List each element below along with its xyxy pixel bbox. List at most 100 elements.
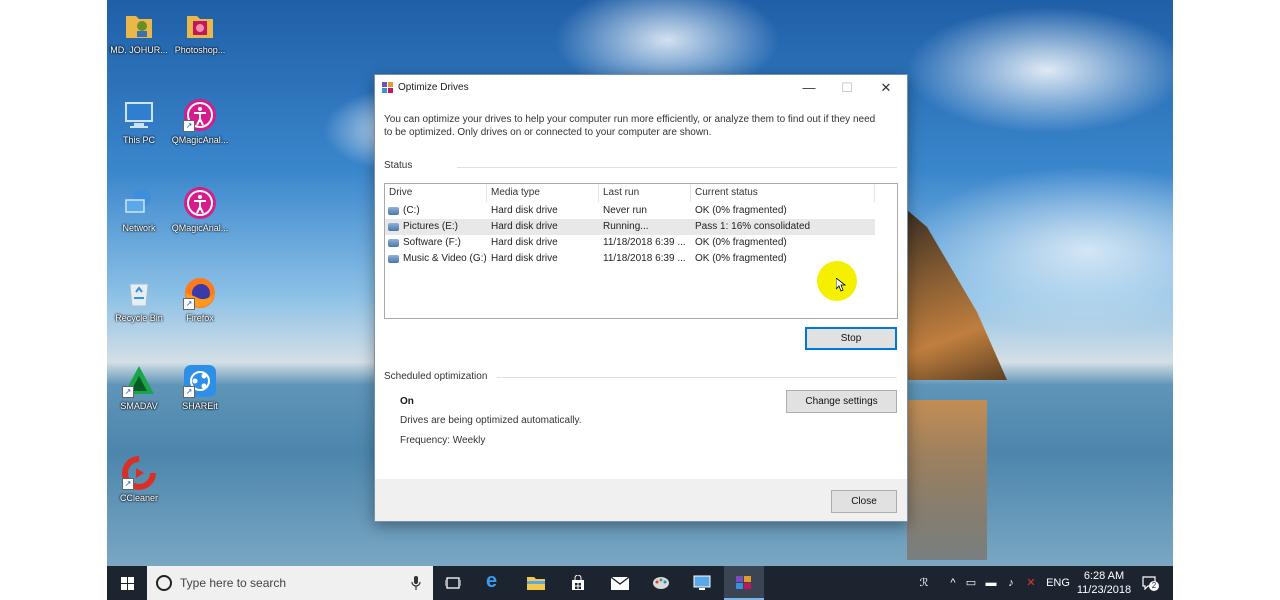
start-button[interactable] — [107, 566, 147, 600]
drive-row-e[interactable]: Pictures (E:) Hard disk drive Running...… — [385, 219, 875, 235]
drive-media-type: Hard disk drive — [491, 237, 558, 248]
drive-row-g[interactable]: Music & Video (G:) Hard disk drive 11/18… — [385, 251, 875, 267]
mouse-pointer-icon — [836, 278, 846, 292]
clock[interactable]: 6:28 AM 11/23/2018 — [1074, 566, 1134, 600]
monitor-app-icon — [693, 575, 711, 590]
desktop-icon-label: SMADAV — [120, 401, 158, 411]
tray-monitor-icon[interactable]: ▭ — [963, 566, 979, 600]
desktop-icon-label: This PC — [122, 135, 155, 145]
drive-name: Software (F:) — [403, 237, 461, 248]
shortcut-arrow-icon: ↗ — [183, 386, 195, 398]
drive-status: OK (0% fragmented) — [695, 253, 787, 264]
drive-row-f[interactable]: Software (F:) Hard disk drive 11/18/2018… — [385, 235, 875, 251]
microphone-icon[interactable] — [411, 575, 421, 591]
desktop-icon-label: CCleaner — [119, 493, 159, 503]
drive-last-run: 11/18/2018 6:39 ... — [603, 237, 686, 248]
drive-last-run: 11/18/2018 6:39 ... — [603, 253, 686, 264]
maximize-button[interactable]: ☐ — [828, 75, 866, 101]
user-folder-icon — [122, 8, 156, 42]
battery-icon[interactable]: ▬ — [983, 566, 999, 600]
desktop-icon-qmagic-2[interactable]: QMagicAnal... — [168, 186, 232, 234]
edge-icon: e — [486, 570, 498, 592]
dialog-footer: Close — [375, 479, 907, 521]
desktop-icon-label: Network — [122, 223, 156, 233]
drive-media-type: Hard disk drive — [491, 253, 558, 264]
people-icon[interactable]: ℛ — [913, 566, 935, 600]
drive-last-run: Running... — [603, 221, 649, 232]
defrag-app-icon — [382, 82, 393, 93]
task-view-button[interactable] — [433, 566, 473, 600]
title-bar[interactable]: Optimize Drives — ☐ ✕ — [375, 75, 907, 101]
desktop-icon-firefox[interactable]: ↗ Firefox — [168, 276, 232, 324]
clock-date: 11/23/2018 — [1076, 584, 1132, 596]
drive-media-type: Hard disk drive — [491, 205, 558, 216]
store-icon — [572, 575, 584, 590]
accessibility-app-icon: ↗ — [183, 98, 217, 132]
windows-logo-icon — [121, 577, 134, 590]
column-header-media-type[interactable]: Media type — [487, 184, 599, 202]
taskbar-optimize-drives[interactable] — [724, 566, 764, 600]
hard-drive-icon — [388, 207, 399, 215]
hard-drive-icon — [388, 255, 399, 263]
drive-name: Music & Video (G:) — [403, 253, 487, 264]
action-center-button[interactable]: 2 — [1137, 566, 1161, 600]
desktop-icon-recycle-bin[interactable]: Recycle Bin — [107, 276, 171, 324]
close-button[interactable]: Close — [831, 490, 897, 513]
ccleaner-icon: ↗ — [122, 456, 156, 490]
change-settings-button[interactable]: Change settings — [786, 390, 897, 413]
desktop-icon-this-pc[interactable]: This PC — [107, 98, 171, 146]
recycle-bin-icon — [122, 276, 156, 310]
column-header-current-status[interactable]: Current status — [691, 184, 875, 202]
intro-text: You can optimize your drives to help you… — [384, 114, 876, 138]
cortana-icon — [156, 575, 172, 591]
desktop-icon-shareit[interactable]: ↗ SHAREit — [168, 364, 232, 412]
computer-icon — [122, 98, 156, 132]
close-window-button[interactable]: ✕ — [867, 75, 905, 101]
taskbar-store[interactable] — [558, 566, 598, 600]
taskbar-file-explorer[interactable] — [516, 566, 556, 600]
volume-icon[interactable]: ♪ — [1002, 566, 1020, 600]
network-icon — [122, 186, 156, 220]
drive-row-c[interactable]: (C:) Hard disk drive Never run OK (0% fr… — [385, 203, 875, 219]
desktop-icon-label: SHAREit — [182, 401, 218, 411]
desktop-icon-ccleaner[interactable]: ↗ CCleaner — [107, 456, 171, 504]
taskbar: Type here to search e ℛ ^ ▭ ▬ ♪ ✕ ENG 6:… — [107, 566, 1173, 600]
network-status-icon[interactable]: ✕ — [1023, 566, 1039, 600]
taskbar-remote-app[interactable] — [682, 566, 722, 600]
desktop-icon-network[interactable]: Network — [107, 186, 171, 234]
desktop-icon-label: Recycle Bin — [115, 313, 163, 323]
taskbar-edge[interactable]: e — [475, 566, 515, 600]
desktop-icon-label: MD. JOHUR... — [110, 45, 168, 55]
status-divider — [457, 167, 897, 168]
desktop-icon-label: QMagicAnal... — [171, 135, 229, 145]
drive-list[interactable]: Drive Media type Last run Current status… — [384, 183, 898, 319]
scheduled-divider — [497, 377, 897, 378]
schedule-description: Drives are being optimized automatically… — [400, 415, 582, 426]
window-title: Optimize Drives — [398, 82, 469, 93]
scheduled-section-label: Scheduled optimization — [384, 371, 488, 382]
column-header-drive[interactable]: Drive — [385, 184, 487, 202]
input-language[interactable]: ENG — [1044, 566, 1072, 600]
shortcut-arrow-icon: ↗ — [183, 298, 195, 310]
taskbar-paint[interactable] — [641, 566, 681, 600]
shortcut-arrow-icon: ↗ — [183, 120, 195, 132]
stop-button[interactable]: Stop — [805, 327, 897, 350]
shortcut-arrow-icon: ↗ — [122, 386, 134, 398]
schedule-state: On — [400, 396, 414, 407]
column-header-last-run[interactable]: Last run — [599, 184, 691, 202]
taskbar-mail[interactable] — [600, 566, 640, 600]
smadav-icon: ↗ — [122, 364, 156, 398]
status-section-label: Status — [384, 160, 413, 171]
desktop-icon-photoshop-folder[interactable]: Photoshop... — [168, 8, 232, 56]
notification-badge: 2 — [1149, 581, 1159, 591]
hard-drive-icon — [388, 239, 399, 247]
taskbar-search[interactable]: Type here to search — [147, 566, 433, 600]
desktop-icon-qmagic-1[interactable]: ↗ QMagicAnal... — [168, 98, 232, 146]
desktop-icon-user-folder[interactable]: MD. JOHUR... — [107, 8, 171, 56]
drive-name: Pictures (E:) — [403, 221, 459, 232]
desktop-icon-label: Firefox — [186, 313, 214, 323]
show-hidden-icons-chevron-icon[interactable]: ^ — [945, 566, 961, 600]
drive-status: OK (0% fragmented) — [695, 237, 787, 248]
minimize-button[interactable]: — — [790, 75, 828, 101]
desktop-icon-smadav[interactable]: ↗ SMADAV — [107, 364, 171, 412]
